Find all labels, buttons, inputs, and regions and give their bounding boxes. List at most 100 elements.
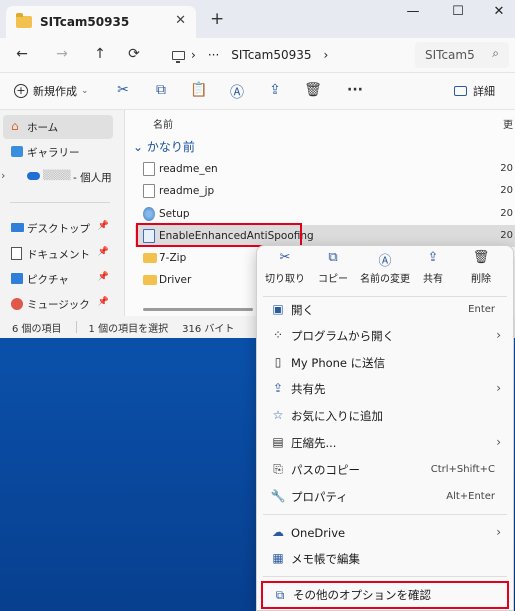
chevron-down-icon: ⌄ — [81, 86, 89, 96]
sidebar-item-home[interactable]: ⌂ ホーム — [3, 115, 113, 139]
horizontal-scrollbar[interactable] — [143, 308, 253, 311]
sidebar-item-onedrive[interactable]: › ▒▒▒▒ - 個人用 — [1, 165, 113, 189]
minimize-button[interactable]: — — [398, 4, 428, 19]
delete-button[interactable]: 🗑 削除 — [455, 250, 507, 292]
copy-button[interactable]: ⧉ コピー — [307, 250, 359, 292]
menu-item-edit-notepad[interactable]: ▦ メモ帳で編集 — [261, 546, 509, 572]
sidebar-item-music[interactable]: ミュージック 📌 — [3, 292, 113, 316]
rename-button[interactable]: Ⓐ 名前の変更 — [357, 250, 413, 292]
maximize-button[interactable]: ☐ — [443, 4, 473, 19]
divider — [10, 202, 110, 203]
sidebar-item-label: デスクトップ — [27, 222, 90, 235]
menu-item-copy-path[interactable]: ⎘ パスのコピー Ctrl+Shift+C — [261, 457, 509, 483]
file-name: readme_jp — [159, 185, 215, 197]
selected-size: 316 バイト — [182, 323, 235, 335]
menu-item-add-favorite[interactable]: ☆ お気に入りに追加 — [261, 403, 509, 429]
wrench-icon: 🔧 — [270, 489, 286, 503]
up-button[interactable]: ↑ — [90, 46, 110, 62]
copy-icon[interactable]: ⧉ — [150, 82, 172, 98]
search-placeholder: SITcam5 — [425, 48, 475, 62]
forward-button[interactable]: → — [52, 46, 72, 62]
sidebar-item-label: ドキュメント — [27, 248, 90, 261]
sidebar-item-label: ギャラリー — [27, 146, 80, 159]
new-button-label: 新規作成 — [33, 85, 77, 98]
menu-item-onedrive[interactable]: ☁ OneDrive › — [261, 520, 509, 546]
delete-label: 削除 — [471, 274, 491, 285]
command-bar: + 新規作成 ⌄ ✂ ⧉ 📋 Ⓐ ⇪ 🗑 ··· 詳細 — [0, 72, 515, 110]
home-icon: ⌂ — [11, 119, 19, 133]
group-header[interactable]: ⌄ かなり前 — [133, 138, 195, 155]
chevron-right-icon: › — [496, 525, 501, 539]
menu-item-label: 圧縮先... — [291, 436, 337, 450]
cut-label: 切り取り — [265, 274, 305, 285]
this-pc-icon — [172, 50, 185, 63]
file-date: 20 — [500, 208, 513, 219]
breadcrumb-more[interactable]: ··· — [208, 48, 219, 62]
menu-item-label: 開く — [291, 303, 314, 317]
details-button[interactable]: 詳細 — [454, 83, 495, 99]
phone-icon: ▯ — [274, 355, 282, 369]
menu-item-properties[interactable]: 🔧 プロパティ Alt+Enter — [261, 484, 509, 510]
tab-close-icon[interactable]: ✕ — [175, 13, 186, 28]
file-date: 20 — [500, 185, 513, 196]
column-header-name[interactable]: 名前 — [153, 116, 173, 131]
selected-count: 1 個の項目を選択 — [88, 323, 169, 335]
sidebar-item-documents[interactable]: ドキュメント 📌 — [3, 242, 113, 266]
shortcut-label: Ctrl+Shift+C — [430, 464, 495, 475]
tab-sitcam[interactable]: SITcam50935 ✕ — [6, 6, 196, 38]
text-file-icon — [143, 162, 155, 176]
divider — [263, 576, 507, 577]
search-icon: ⌕ — [492, 46, 499, 60]
menu-item-more-options[interactable]: ⧉ その他のオプションを確認 — [261, 581, 509, 609]
expand-icon[interactable]: › — [1, 169, 5, 182]
menu-item-label: プログラムから開く — [291, 329, 395, 343]
chevron-right-icon: › — [496, 381, 501, 395]
list-item[interactable]: Setup 20 — [135, 203, 515, 225]
group-label: かなり前 — [146, 140, 195, 154]
menu-item-label: その他のオプションを確認 — [293, 588, 431, 602]
new-button[interactable]: + 新規作成 ⌄ — [14, 83, 89, 99]
onedrive-icon — [27, 172, 40, 180]
sidebar-item-gallery[interactable]: ギャラリー — [3, 140, 113, 164]
plus-icon: + — [14, 84, 28, 98]
notepad-icon: ▦ — [272, 551, 284, 565]
rename-icon[interactable]: Ⓐ — [226, 82, 248, 102]
cut-button[interactable]: ✂ 切り取り — [259, 250, 311, 292]
star-icon: ☆ — [272, 408, 284, 422]
menu-item-compress[interactable]: ▤ 圧縮先... › — [261, 430, 509, 456]
paste-icon[interactable]: 📋 — [188, 82, 210, 98]
column-header-date[interactable]: 更 — [503, 116, 513, 131]
list-item[interactable]: readme_jp 20 — [135, 180, 515, 202]
documents-icon — [11, 247, 22, 260]
cut-icon[interactable]: ✂ — [112, 82, 134, 98]
sidebar-item-desktop[interactable]: デスクトップ 📌 — [3, 216, 113, 240]
menu-item-share-to[interactable]: ⇪ 共有先 › — [261, 376, 509, 402]
file-date: 20 — [500, 163, 513, 174]
sidebar-item-pictures[interactable]: ピクチャ 📌 — [3, 267, 113, 291]
menu-item-open-with[interactable]: ⁘ プログラムから開く › — [261, 323, 509, 349]
file-date: 20 — [500, 230, 513, 241]
menu-item-send-to-phone[interactable]: ▯ My Phone に送信 — [261, 350, 509, 376]
delete-icon: 🗑 — [472, 250, 490, 265]
share-icon: ⇪ — [272, 381, 284, 395]
back-button[interactable]: ← — [12, 46, 32, 62]
breadcrumb-folder[interactable]: SITcam50935 — [231, 48, 311, 62]
chevron-right-icon: › — [496, 328, 501, 342]
share-button[interactable]: ⇪ 共有 — [407, 250, 459, 292]
zip-icon: ▤ — [272, 435, 284, 449]
more-icon[interactable]: ··· — [344, 82, 366, 98]
share-icon[interactable]: ⇪ — [264, 82, 286, 98]
text-file-icon — [143, 184, 155, 198]
folder-icon — [143, 275, 157, 285]
close-button[interactable]: ✕ — [484, 4, 514, 19]
tab-title: SITcam50935 — [40, 15, 130, 29]
new-tab-button[interactable]: + — [210, 9, 224, 29]
menu-item-open[interactable]: ▣ 開く Enter — [261, 297, 509, 323]
list-item[interactable]: readme_en 20 — [135, 158, 515, 180]
delete-icon[interactable]: 🗑 — [302, 82, 324, 98]
refresh-icon[interactable]: ⟳ — [124, 46, 144, 62]
gallery-icon — [11, 146, 23, 157]
breadcrumb[interactable]: › ··· SITcam50935 › — [162, 42, 405, 68]
copy-path-icon: ⎘ — [273, 462, 283, 476]
search-input[interactable]: SITcam5 ⌕ — [415, 42, 509, 68]
